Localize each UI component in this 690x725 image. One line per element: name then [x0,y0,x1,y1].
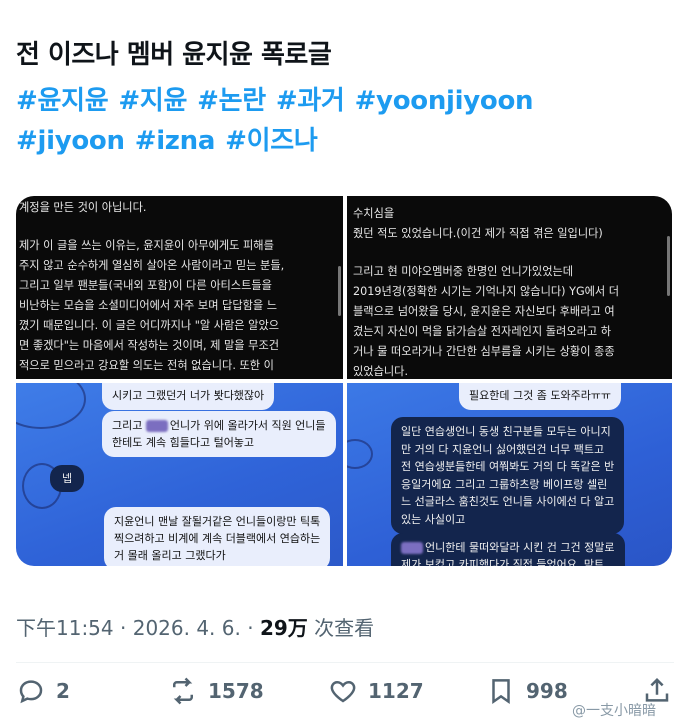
image-bottom-right[interactable]: 필요한데 그것 좀 도와주라ㅠㅠ 일단 연습생언니 동생 친구분들 모두는 아니… [347,383,672,566]
like-icon [330,680,356,703]
image-top-right[interactable]: 수치심을 줬던 적도 있었습니다.(이건 제가 직접 겪은 일입니다) 그리고 … [347,196,672,379]
bubble-line: 전 연습생분들한테 여쭤봐도 거의 다 똑같은 반 [401,460,615,473]
text-line: 비난하는 모습을 소셜미디어에서 자주 보며 답답함을 느 [19,299,278,312]
text-line: 계정을 만든 것이 아닙니다. [19,201,147,214]
reply-button[interactable]: 2 [16,672,70,710]
chat-bubble-dark: 일단 연습생언니 동생 친구분들 모두는 아니지 만 거의 다 지윤언니 싫어했… [391,417,625,534]
reply-count: 2 [56,679,70,703]
meta-separator: · [113,616,133,640]
like-button[interactable]: 1127 [328,672,424,710]
bubble-line: 한테도 계속 힘들다고 털어놓고 [112,436,255,449]
bubble-line: 그리고 [112,419,143,432]
hashtag-link[interactable]: #jiyoon [16,126,125,156]
divider [16,662,674,663]
bubble-line: 지윤언니 맨날 잘될거같은 언니들이랑만 틱톡 [114,515,321,528]
scrollbar [338,266,341,316]
text-line: 수치심을 [353,207,395,220]
text-line: 줬던 적도 있었습니다.(이건 제가 직접 겪은 일입니다) [353,227,603,240]
reply-icon [19,680,43,704]
chat-bubble: 필요한데 그것 좀 도와주라ㅠㅠ [459,383,622,410]
screenshot-text: 수치심을 줬던 적도 있었습니다.(이건 제가 직접 겪은 일입니다) 그리고 … [347,204,619,379]
screenshot-text: 계정을 만든 것이 아닙니다. 제가 이 글을 쓰는 이유는, 윤지윤이 아무에… [16,196,284,376]
text-line: 거나 물 떠오라거나 간단한 심부름을 시키는 상황이 종종 [353,345,615,358]
post-meta: 下午11:54 · 2026. 4. 6. · 29万 次查看 [16,612,374,641]
watermark: @一支小暗暗 [572,703,656,719]
hashtag-link[interactable]: #yoonjiyoon [355,86,534,116]
bubble-line: 있는 사실이고 [401,512,466,526]
hashtag-link[interactable]: #윤지윤 [16,86,109,116]
bubble-line: 제가 보컸고 카피했다가 직접 들었어요. 막트 [401,558,605,566]
text-line: 그리고 현 미야오멤버중 한명인 언니가있었는데 [353,265,574,278]
chat-bubble: 그리고 언니가 위에 올라가서 직원 언니들 한테도 계속 힘들다고 털어놓고 [102,411,336,457]
image-grid: 계정을 만든 것이 아닙니다. 제가 이 글을 쓰는 이유는, 윤지윤이 아무에… [16,196,672,566]
bubble-line: 만 거의 다 지윤언니 싫어했던건 너무 팩트고 [401,442,605,456]
scrollbar [667,236,670,296]
bubble-line: 거 몰래 올리고 그랬다가 [114,549,226,562]
repost-button[interactable]: 1578 [168,672,264,710]
bookmark-icon [492,679,510,705]
redacted-name [145,420,168,432]
bubble-line: 언니가 위에 올라가서 직원 언니들 [169,419,326,432]
chat-bubble: 시키고 그랬던거 너가 봣다했잖아 [102,383,275,410]
text-line: 제가 이 글을 쓰는 이유는, 윤지윤이 아무에게도 피해를 [19,239,274,252]
bubble-line: 일단 연습생언니 동생 친구분들 모두는 아니지 [401,425,611,438]
image-top-left[interactable]: 계정을 만든 것이 아닙니다. 제가 이 글을 쓰는 이유는, 윤지윤이 아무에… [16,196,343,379]
meta-separator: · [240,616,260,640]
text-line: 면 좋겠다"는 마음에서 작성하는 것이며, 제 말을 무조건 [19,339,280,352]
hashtag-link[interactable]: #이즈나 [225,126,318,156]
text-line: 있었습니다. [353,365,409,378]
scribble-decoration [16,383,86,429]
text-line: 겼는지 자신이 먹을 닭가슴살 전자레인지 돌려오라고 하 [353,325,612,338]
text-line: 블랙으로 넘어왔을 당시, 윤지윤은 자신보다 후배라고 여 [353,305,615,318]
like-count: 1127 [368,679,424,703]
scribble-decoration [347,439,373,469]
hashtag-link[interactable]: #izna [135,126,216,156]
chat-bubble: 지윤언니 맨날 잘될거같은 언니들이랑만 틱톡 찍으려하고 비계에 계속 더블랙… [104,507,331,566]
image-bottom-left[interactable]: 시키고 그랬던거 너가 봣다했잖아 그리고 언니가 위에 올라가서 직원 언니들… [16,383,343,566]
chat-reply-bubble: 넵 [50,465,85,492]
hashtags-row-2: #jiyoon #izna #이즈나 [16,120,327,157]
post-time[interactable]: 下午11:54 [16,616,114,640]
repost-icon [173,677,193,705]
text-line: 적으로 믿으라고 강요할 의도는 전혀 없습니다. 또한 이 [19,359,274,372]
hashtags-row-1: #윤지윤 #지윤 #논란 #과거 #yoonjiyoon [16,80,543,117]
bubble-line: 느 선글라스 훔친것도 언니들 사이에선 다 알고 [401,495,615,508]
view-label: 次查看 [307,616,375,640]
text-line: 그리고 일부 팬분들(국내외 포함)이 다른 아티스트들을 [19,279,272,292]
bubble-line: 언니한테 물떠와달라 시킨 건 그건 정말로 [425,541,615,554]
text-line: 2019년경(정확한 시기는 기억나지 않습니다) YG에서 더 [353,285,620,298]
post-date[interactable]: 2026. 4. 6. [133,616,241,640]
hashtag-link[interactable]: #지윤 [118,86,187,116]
chat-bubble-dark: 언니한테 물떠와달라 시킨 건 그건 정말로 제가 보컸고 카피했다가 직접 들… [391,533,625,566]
repost-count: 1578 [208,679,264,703]
bubble-line: 응일거에요 그리고 그룹하츠랑 베이프랑 셀린 [401,477,608,491]
bookmark-count: 998 [526,679,568,703]
view-count: 29万 [259,616,308,640]
redacted-name [401,542,423,554]
hashtag-link[interactable]: #논란 [197,86,266,116]
hashtag-link[interactable]: #과거 [276,86,345,116]
bookmark-button[interactable]: 998 [486,672,568,710]
post-title: 전 이즈나 멤버 윤지윤 폭로글 [16,40,332,70]
bubble-line: 찍으려하고 비계에 계속 더블랙에서 연습하는 [114,532,321,545]
text-line: 꼈기 때문입니다. 이 글은 어디까지나 "알 사람은 알았으 [19,319,280,332]
text-line: 주지 않고 순수하게 열심히 살아온 사람이라고 믿는 분들, [19,259,285,272]
